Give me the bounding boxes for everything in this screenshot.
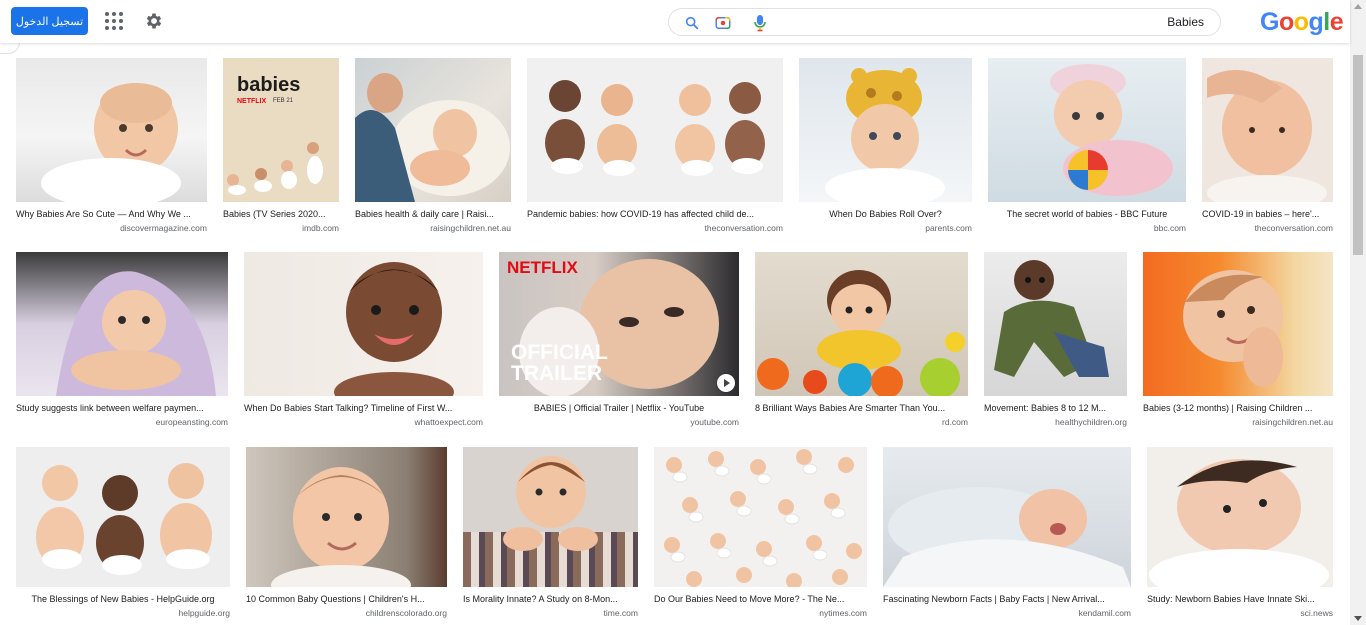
google-logo[interactable]: Google [1260, 8, 1344, 37]
trailer-overlay-line2: TRAILER [511, 362, 602, 385]
result-source: raisingchildren.net.au [430, 223, 511, 233]
result-source: parents.com [925, 223, 972, 233]
crib-baby-thumbnail[interactable] [463, 447, 638, 587]
bath-thumbnail[interactable] [355, 58, 511, 202]
apps-grid-icon[interactable] [105, 12, 123, 30]
result-caption[interactable]: 10 Common Baby Questions | Children's H.… [246, 594, 447, 605]
image-result[interactable]: Movement: Babies 8 to 12 M... healthychi… [984, 252, 1127, 428]
result-source: theconversation.com [1254, 223, 1333, 233]
result-source: helpguide.org [178, 608, 230, 618]
result-source: healthychildren.org [1055, 417, 1127, 427]
sign-in-button[interactable]: تسجيل الدخول [11, 7, 88, 35]
image-result[interactable]: Is Morality Innate? A Study on 8-Mon... … [463, 447, 638, 619]
camera-icon[interactable] [714, 14, 732, 32]
search-input[interactable] [779, 12, 1204, 32]
image-result[interactable]: 8 Brilliant Ways Babies Are Smarter Than… [755, 252, 968, 428]
search-bar [668, 8, 1221, 36]
orange-wall-baby-thumbnail[interactable] [1143, 252, 1333, 396]
result-caption[interactable]: Study: Newborn Babies Have Innate Ski... [1147, 594, 1333, 605]
image-result[interactable]: Do Our Babies Need to Move More? - The N… [654, 447, 867, 619]
image-result[interactable]: The Blessings of New Babies - HelpGuide.… [16, 447, 230, 619]
image-result[interactable]: Fascinating Newborn Facts | Baby Facts |… [883, 447, 1131, 619]
gear-icon[interactable] [144, 11, 164, 31]
result-source: rd.com [942, 417, 968, 427]
childrens-colorado-thumbnail[interactable] [246, 447, 447, 587]
ball-baby-thumbnail[interactable] [988, 58, 1186, 202]
image-result[interactable]: Why Babies Are So Cute — And Why We ... … [16, 58, 207, 234]
result-caption[interactable]: Do Our Babies Need to Move More? - The N… [654, 594, 867, 605]
result-caption[interactable]: The Blessings of New Babies - HelpGuide.… [16, 594, 230, 605]
scroll-up-arrow-icon[interactable] [1354, 4, 1362, 9]
result-source: discovermagazine.com [120, 223, 207, 233]
image-result[interactable]: When Do Babies Start Talking? Timeline o… [244, 252, 483, 428]
result-source: raisingchildren.net.au [1252, 417, 1333, 427]
covid-baby-thumbnail[interactable] [1202, 58, 1333, 202]
poster-thumbnail[interactable]: babies NETFLIX FEB 21 [223, 58, 339, 202]
scroll-down-arrow-icon[interactable] [1354, 616, 1362, 621]
blanket-baby-thumbnail[interactable] [16, 252, 228, 396]
result-caption[interactable]: Fascinating Newborn Facts | Baby Facts |… [883, 594, 1131, 605]
image-result[interactable]: Study suggests link between welfare paym… [16, 252, 228, 428]
image-result[interactable]: babies NETFLIX FEB 21 Babies (TV Series … [223, 58, 339, 234]
result-source: sci.news [1300, 608, 1333, 618]
image-result[interactable]: The secret world of babies - BBC Future … [988, 58, 1186, 234]
image-result[interactable]: Babies health & daily care | Raisi... ra… [355, 58, 511, 234]
three-babies-thumbnail[interactable] [16, 447, 230, 587]
image-result[interactable]: Study: Newborn Babies Have Innate Ski...… [1147, 447, 1333, 619]
giraffe-hat-thumbnail[interactable] [799, 58, 972, 202]
result-source: kendamil.com [1078, 608, 1131, 618]
result-source: youtube.com [690, 417, 739, 427]
netflix-logo: NETFLIX [507, 258, 578, 277]
result-caption[interactable]: Babies health & daily care | Raisi... [355, 209, 511, 220]
newborn-fur-thumbnail[interactable] [1147, 447, 1333, 587]
result-source: whattoexpect.com [414, 417, 483, 427]
netflix-trailer-thumbnail[interactable]: NETFLIX OFFICIAL TRAILER [499, 252, 739, 396]
image-result[interactable]: COVID-19 in babies – here'... theconvers… [1202, 58, 1333, 234]
search-icon[interactable] [684, 15, 700, 31]
image-result[interactable]: 10 Common Baby Questions | Children's H.… [246, 447, 447, 619]
result-source: europeansting.com [155, 417, 228, 427]
result-caption[interactable]: COVID-19 in babies – here'... [1202, 209, 1333, 220]
result-caption[interactable]: The secret world of babies - BBC Future [988, 209, 1186, 220]
scrollbar-thumb[interactable] [1353, 55, 1363, 255]
balls-baby-thumbnail[interactable] [755, 252, 968, 396]
result-caption[interactable]: Pandemic babies: how COVID-19 has affect… [527, 209, 783, 220]
result-source: imdb.com [302, 223, 339, 233]
result-caption[interactable]: Study suggests link between welfare paym… [16, 403, 228, 414]
many-babies-thumbnail[interactable] [654, 447, 867, 587]
result-source: time.com [603, 608, 638, 618]
image-result[interactable]: Pandemic babies: how COVID-19 has affect… [527, 58, 783, 234]
result-source: theconversation.com [704, 223, 783, 233]
baby-thumbnail[interactable] [16, 58, 207, 202]
smiling-baby-thumbnail[interactable] [244, 252, 483, 396]
result-caption[interactable]: Babies (3-12 months) | Raising Children … [1143, 403, 1333, 414]
microphone-icon[interactable] [753, 14, 767, 32]
image-results-grid: Why Babies Are So Cute — And Why We ... … [0, 43, 1350, 625]
result-source: nytimes.com [819, 608, 867, 618]
result-caption[interactable]: When Do Babies Roll Over? [799, 209, 972, 220]
result-source: childrenscolorado.org [365, 608, 447, 618]
image-result[interactable]: When Do Babies Roll Over? parents.com [799, 58, 972, 234]
result-source: bbc.com [1153, 223, 1186, 233]
result-caption[interactable]: Movement: Babies 8 to 12 M... [984, 403, 1127, 414]
newborn-crying-thumbnail[interactable] [883, 447, 1131, 587]
result-caption[interactable]: 8 Brilliant Ways Babies Are Smarter Than… [755, 403, 968, 414]
result-caption[interactable]: When Do Babies Start Talking? Timeline o… [244, 403, 483, 414]
result-caption[interactable]: Why Babies Are So Cute — And Why We ... [16, 209, 207, 220]
result-caption[interactable]: BABIES | Official Trailer | Netflix - Yo… [499, 403, 739, 414]
image-result[interactable]: NETFLIX OFFICIAL TRAILER BABIES | Offici… [499, 252, 739, 428]
four-babies-thumbnail[interactable] [527, 58, 783, 202]
trailer-overlay-line1: OFFICIAL [511, 341, 608, 364]
image-result[interactable]: Babies (3-12 months) | Raising Children … [1143, 252, 1333, 428]
play-icon[interactable] [717, 374, 735, 392]
result-caption[interactable]: Babies (TV Series 2020... [223, 209, 339, 220]
page-scrollbar[interactable] [1350, 0, 1366, 625]
top-bar: تسجيل الدخول Google [0, 0, 1350, 43]
result-caption[interactable]: Is Morality Innate? A Study on 8-Mon... [463, 594, 638, 605]
crawling-baby-thumbnail[interactable] [984, 252, 1127, 396]
